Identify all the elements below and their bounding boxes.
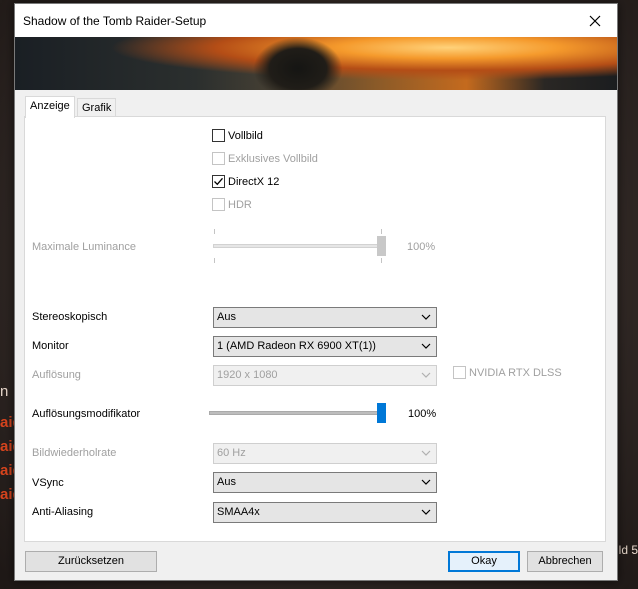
background-text-fragment: n — [0, 383, 9, 400]
checkmark-icon — [214, 177, 223, 186]
chevron-down-icon — [421, 509, 431, 515]
ok-button[interactable]: Okay — [448, 551, 520, 572]
title-bar: Shadow of the Tomb Raider-Setup — [15, 4, 617, 37]
reset-button[interactable]: Zurücksetzen — [25, 551, 157, 572]
slider-tick — [381, 258, 382, 263]
max-luminance-label: Maximale Luminance — [32, 241, 136, 253]
cancel-button[interactable]: Abbrechen — [527, 551, 603, 572]
fullscreen-label: Vollbild — [228, 129, 263, 142]
background-text-fragment: ild 5 — [615, 543, 638, 557]
max-luminance-slider — [213, 244, 386, 248]
chevron-down-icon — [421, 314, 431, 320]
stereo-select[interactable]: Aus — [213, 307, 437, 328]
anti-aliasing-label: Anti-Aliasing — [32, 506, 94, 518]
monitor-label: Monitor — [32, 340, 69, 352]
exclusive-fullscreen-checkbox-row: Exklusives Vollbild — [212, 152, 318, 165]
stereo-label: Stereoskopisch — [32, 311, 108, 323]
dlss-label: NVIDIA RTX DLSS — [469, 366, 562, 379]
directx12-checkbox[interactable] — [212, 175, 225, 188]
vsync-label: VSync — [32, 477, 64, 489]
slider-tick — [214, 258, 215, 263]
slider-tick — [214, 229, 215, 234]
max-luminance-slider-thumb — [377, 236, 386, 256]
max-luminance-value: 100% — [407, 241, 436, 253]
resolution-select: 1920 x 1080 — [213, 365, 437, 386]
directx12-checkbox-row[interactable]: DirectX 12 — [212, 175, 279, 188]
fullscreen-checkbox[interactable] — [212, 129, 225, 142]
chevron-down-icon — [421, 450, 431, 456]
tab-anzeige[interactable]: Anzeige — [25, 96, 75, 118]
fullscreen-checkbox-row[interactable]: Vollbild — [212, 129, 263, 142]
chevron-down-icon — [421, 479, 431, 485]
slider-tick — [381, 229, 382, 234]
hdr-label: HDR — [228, 198, 252, 211]
dlss-checkbox — [453, 366, 466, 379]
refresh-rate-value: 60 Hz — [217, 447, 246, 459]
res-modifier-slider[interactable] — [209, 411, 386, 415]
tab-panel-anzeige: Vollbild Exklusives Vollbild DirectX 12 … — [24, 116, 606, 542]
refresh-rate-label: Bildwiederholrate — [32, 447, 117, 459]
monitor-select[interactable]: 1 (AMD Radeon RX 6900 XT(1)) — [213, 336, 437, 357]
dlss-checkbox-row: NVIDIA RTX DLSS — [453, 366, 562, 379]
close-button[interactable] — [573, 4, 617, 37]
banner-figure — [253, 37, 343, 90]
chevron-down-icon — [421, 343, 431, 349]
directx12-label: DirectX 12 — [228, 175, 280, 188]
hdr-checkbox-row: HDR — [212, 198, 252, 211]
monitor-value: 1 (AMD Radeon RX 6900 XT(1)) — [217, 340, 376, 352]
resolution-label: Auflösung — [32, 369, 81, 381]
res-modifier-slider-thumb[interactable] — [377, 403, 386, 423]
refresh-rate-select: 60 Hz — [213, 443, 437, 464]
game-banner-image — [15, 37, 617, 90]
close-icon — [589, 15, 601, 26]
res-modifier-value: 100% — [408, 408, 437, 420]
window-title: Shadow of the Tomb Raider-Setup — [23, 14, 207, 28]
vsync-value: Aus — [217, 476, 236, 488]
res-modifier-label: Auflösungsmodifikator — [32, 408, 141, 420]
tab-grafik[interactable]: Grafik — [77, 98, 117, 118]
vsync-select[interactable]: Aus — [213, 472, 437, 493]
exclusive-fullscreen-checkbox — [212, 152, 225, 165]
stereo-value: Aus — [217, 311, 236, 323]
resolution-value: 1920 x 1080 — [217, 369, 278, 381]
exclusive-fullscreen-label: Exklusives Vollbild — [228, 152, 318, 165]
chevron-down-icon — [421, 372, 431, 378]
hdr-checkbox — [212, 198, 225, 211]
anti-aliasing-value: SMAA4x — [217, 506, 260, 518]
setup-dialog: Shadow of the Tomb Raider-Setup Anzeige … — [14, 3, 618, 581]
anti-aliasing-select[interactable]: SMAA4x — [213, 502, 437, 523]
